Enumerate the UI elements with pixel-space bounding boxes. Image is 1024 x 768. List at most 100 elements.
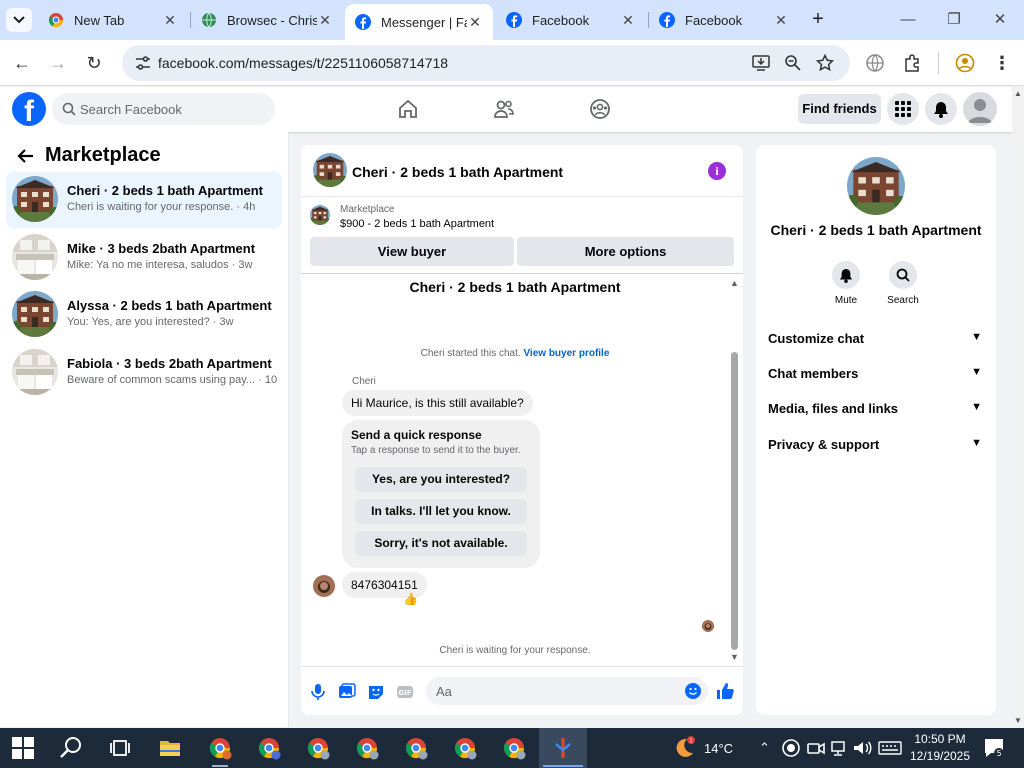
chat-list-item[interactable]: Alyssa · 2 beds 1 bath Apartment You: Ye… xyxy=(6,287,282,343)
chrome-profile-icon[interactable] xyxy=(404,736,428,760)
browser-tab[interactable]: Facebook ✕ xyxy=(496,4,646,36)
mute-button[interactable]: Mute xyxy=(821,261,871,306)
listing-price[interactable]: $900 - 2 beds 1 bath Apartment xyxy=(340,218,494,230)
message-bubble[interactable]: Hi Maurice, is this still available? xyxy=(342,390,533,416)
quick-reply-button[interactable]: Yes, are you interested? xyxy=(355,467,527,492)
scroll-up-arrow-icon[interactable]: ▲ xyxy=(1014,89,1022,98)
show-hidden-icons-chevron-icon[interactable]: ⌃ xyxy=(759,740,770,756)
chrome-profile-icon[interactable] xyxy=(355,736,379,760)
chat-list-item[interactable]: Mike · 3 beds 2bath Apartment Mike: Ya n… xyxy=(6,230,282,286)
search-icon[interactable] xyxy=(59,736,83,760)
system-clock[interactable]: 10:50 PM 12/19/2025 xyxy=(908,731,972,765)
chat-members-row[interactable]: Chat members ▼ xyxy=(768,366,984,386)
bookmark-star-icon[interactable] xyxy=(816,54,834,72)
notification-center-icon[interactable]: 5 xyxy=(982,736,1006,760)
restore-button[interactable]: ❐ xyxy=(934,6,974,34)
emoji-icon[interactable] xyxy=(685,683,701,699)
conversation-thumbnail[interactable] xyxy=(313,153,347,187)
conversation-title[interactable]: Cheri · 2 beds 1 bath Apartment xyxy=(352,164,563,180)
friends-icon[interactable] xyxy=(493,98,515,120)
more-options-button[interactable]: More options xyxy=(517,237,734,266)
back-button[interactable]: ← xyxy=(10,51,34,75)
weather-widget[interactable]: 1 14°C xyxy=(672,736,733,760)
chrome-profile-icon[interactable] xyxy=(208,736,232,760)
camera-icon[interactable] xyxy=(806,738,826,758)
listing-thumbnail[interactable] xyxy=(310,205,330,225)
chrome-profile-icon[interactable] xyxy=(306,736,330,760)
keyboard-icon[interactable] xyxy=(878,738,902,758)
privacy-support-row[interactable]: Privacy & support ▼ xyxy=(768,437,984,457)
page-scrollbar[interactable]: ▲ ▼ xyxy=(1012,87,1024,727)
info-icon[interactable]: i xyxy=(708,162,726,180)
volume-icon[interactable] xyxy=(852,738,872,758)
tab-search-button[interactable] xyxy=(6,8,32,32)
notifications-button[interactable] xyxy=(925,93,957,125)
scroll-down-arrow-icon[interactable]: ▼ xyxy=(730,652,739,662)
quick-reply-button[interactable]: Sorry, it's not available. xyxy=(355,531,527,556)
browsec-extension-icon[interactable] xyxy=(865,53,885,73)
find-friends-button[interactable]: Find friends xyxy=(798,94,881,124)
reload-button[interactable]: ↻ xyxy=(82,51,106,75)
browser-tab[interactable]: New Tab ✕ xyxy=(38,4,188,36)
photo-icon[interactable] xyxy=(338,683,356,701)
browser-tab-strip: New Tab ✕ Browsec - Chris ✕ Messenger | … xyxy=(0,0,1024,40)
microphone-icon[interactable] xyxy=(309,683,327,701)
like-thumbs-up-icon[interactable] xyxy=(715,681,735,701)
back-arrow-icon[interactable] xyxy=(16,146,36,166)
close-tab-icon[interactable]: ✕ xyxy=(317,12,333,29)
sticker-icon[interactable] xyxy=(367,683,385,701)
message-composer[interactable] xyxy=(426,677,708,705)
facebook-search-input[interactable] xyxy=(80,93,270,125)
file-explorer-icon[interactable] xyxy=(158,736,182,760)
customize-chat-row[interactable]: Customize chat ▼ xyxy=(768,331,984,351)
scroll-down-arrow-icon[interactable]: ▼ xyxy=(1014,716,1022,725)
new-tab-button[interactable]: + xyxy=(806,8,830,32)
facebook-logo-icon[interactable]: f xyxy=(12,92,46,126)
forward-button[interactable]: → xyxy=(46,51,70,75)
scroll-up-arrow-icon[interactable]: ▲ xyxy=(730,278,739,288)
extensions-puzzle-icon[interactable] xyxy=(902,53,922,73)
zoom-icon[interactable] xyxy=(784,54,802,72)
browser-tab[interactable]: Browsec - Chris ✕ xyxy=(191,4,343,36)
menu-button[interactable] xyxy=(887,93,919,125)
facebook-search[interactable] xyxy=(52,93,275,125)
search-conversation-button[interactable]: Search xyxy=(878,261,928,306)
sender-avatar[interactable] xyxy=(313,575,335,597)
chat-list-item[interactable]: Cheri · 2 beds 1 bath Apartment Cheri is… xyxy=(6,172,282,228)
close-window-button[interactable]: ✕ xyxy=(980,6,1020,34)
minimize-button[interactable]: — xyxy=(888,6,928,34)
close-tab-icon[interactable]: ✕ xyxy=(467,14,483,31)
windows-start-icon[interactable] xyxy=(12,737,34,759)
listing-thumbnail[interactable] xyxy=(847,157,905,215)
view-buyer-profile-link[interactable]: View buyer profile xyxy=(523,348,609,359)
thumbs-up-reaction-icon[interactable]: 👍 xyxy=(403,592,418,606)
home-icon[interactable] xyxy=(397,98,419,120)
message-scrollbar[interactable]: ▲ ▼ xyxy=(729,276,741,662)
close-tab-icon[interactable]: ✕ xyxy=(620,12,636,29)
install-app-icon[interactable] xyxy=(752,54,770,72)
record-icon[interactable] xyxy=(781,738,801,758)
browser-tab-active[interactable]: Messenger | Fa ✕ xyxy=(345,4,493,40)
close-tab-icon[interactable]: ✕ xyxy=(773,12,789,29)
scrollbar-thumb[interactable] xyxy=(731,352,738,650)
chrome-profile-icon[interactable] xyxy=(453,736,477,760)
task-view-icon[interactable] xyxy=(108,736,132,760)
browser-tab[interactable]: Facebook ✕ xyxy=(649,4,799,36)
view-buyer-button[interactable]: View buyer xyxy=(310,237,514,266)
close-tab-icon[interactable]: ✕ xyxy=(162,12,178,29)
profile-icon[interactable] xyxy=(955,53,975,73)
network-icon[interactable] xyxy=(829,738,849,758)
quick-reply-button[interactable]: In talks. I'll let you know. xyxy=(355,499,527,524)
account-avatar[interactable] xyxy=(963,92,997,126)
chat-list-item[interactable]: Fabiola · 3 beds 2bath Apartment Beware … xyxy=(6,345,282,401)
groups-icon[interactable] xyxy=(589,98,611,120)
chrome-profile-icon[interactable] xyxy=(502,736,526,760)
address-bar[interactable]: facebook.com/messages/t/2251106058714718 xyxy=(122,45,850,81)
message-input[interactable] xyxy=(436,677,676,705)
chrome-profile-icon[interactable] xyxy=(257,736,281,760)
site-settings-icon[interactable] xyxy=(134,54,152,72)
gif-icon[interactable]: GIF xyxy=(396,683,414,701)
recording-app-icon[interactable] xyxy=(551,736,575,760)
media-files-links-row[interactable]: Media, files and links ▼ xyxy=(768,401,984,421)
chrome-menu-icon[interactable]: ⋮ xyxy=(990,51,1014,75)
